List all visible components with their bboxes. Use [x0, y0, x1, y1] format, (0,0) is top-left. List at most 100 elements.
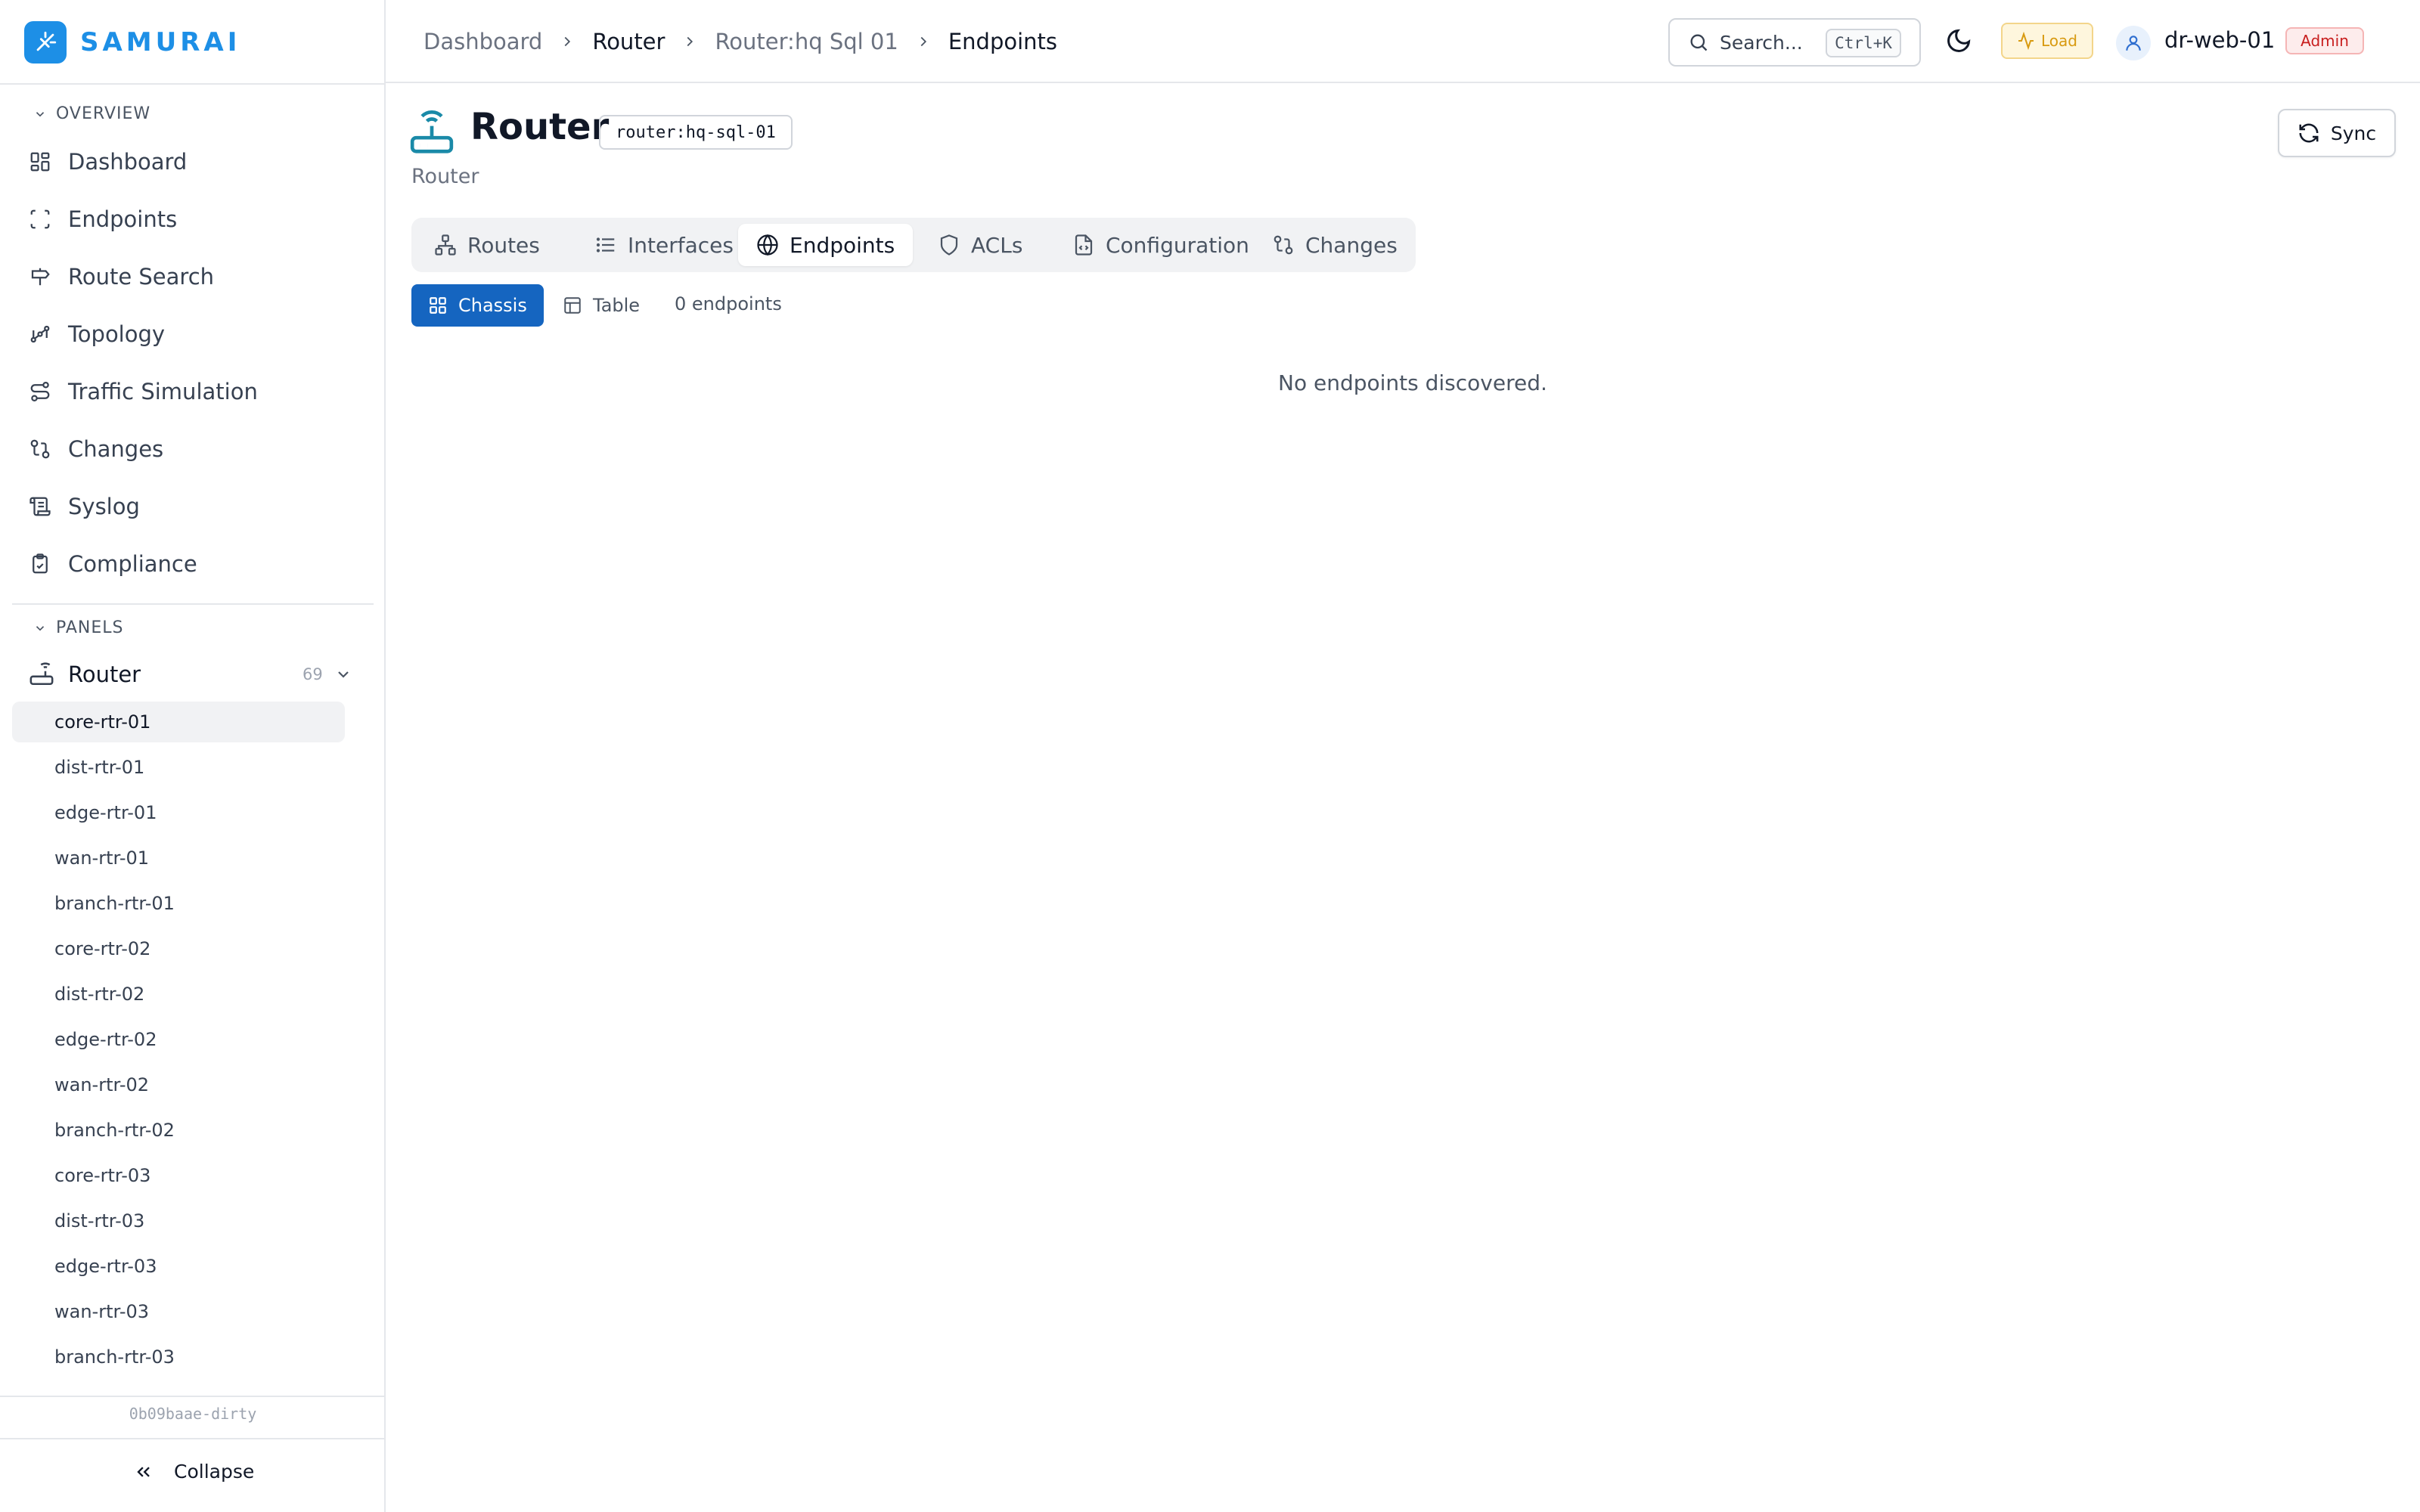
network-icon — [435, 234, 456, 256]
breadcrumb: Dashboard Router Router:hq Sql 01 Endpoi… — [424, 0, 1057, 83]
breadcrumb-device[interactable]: Router:hq Sql 01 — [715, 29, 898, 54]
clipboard-check-icon — [33, 553, 48, 574]
router-list-item[interactable]: dist-rtr-02 — [12, 974, 345, 1015]
router-group-label: Router — [68, 662, 141, 687]
router-list-item[interactable]: core-rtr-01 — [12, 702, 345, 742]
view-label: Chassis — [458, 295, 527, 316]
tab-label: ACLs — [971, 232, 1023, 258]
chevron-right-icon — [687, 36, 693, 47]
divider — [0, 1396, 386, 1397]
view-label: Table — [593, 295, 641, 316]
activity-icon — [2018, 32, 2034, 50]
tab-endpoints[interactable]: Endpoints — [738, 224, 914, 266]
sync-label: Sync — [2330, 122, 2377, 144]
router-list-item[interactable]: wan-rtr-02 — [12, 1064, 345, 1105]
git-compare-icon — [1274, 235, 1293, 255]
nav-label: Endpoints — [68, 206, 178, 232]
router-count-badge: 69 — [302, 665, 323, 683]
breadcrumb-dashboard[interactable]: Dashboard — [424, 29, 542, 54]
search-shortcut: Ctrl+K — [1826, 29, 1901, 57]
nav-label: Topology — [68, 321, 166, 347]
brand[interactable]: SAMURAI — [24, 21, 240, 64]
tab-acls[interactable]: ACLs — [920, 224, 1041, 266]
scan-icon — [30, 209, 50, 229]
tab-changes[interactable]: Changes — [1254, 224, 1416, 266]
router-icon — [29, 662, 54, 686]
load-button[interactable]: Load — [2001, 23, 2093, 59]
router-list-item[interactable]: core-rtr-02 — [12, 928, 345, 969]
router-list-item[interactable]: core-rtr-03 — [12, 1155, 345, 1196]
router-list-item[interactable]: branch-rtr-03 — [12, 1337, 345, 1377]
tab-label: Interfaces — [628, 232, 734, 258]
nav-label: Traffic Simulation — [68, 379, 258, 404]
router-list-item[interactable]: wan-rtr-03 — [12, 1291, 345, 1332]
section-overview-toggle[interactable]: OVERVIEW — [33, 104, 150, 123]
router-list-item[interactable]: edge-rtr-01 — [12, 792, 345, 833]
tab-configuration[interactable]: Configuration — [1054, 224, 1267, 266]
router-list-item[interactable]: branch-rtr-01 — [12, 883, 345, 924]
empty-state-message: No endpoints discovered. — [1278, 370, 1547, 395]
chevron-down-icon — [36, 625, 45, 631]
nav-label: Syslog — [68, 494, 140, 519]
chevron-down-icon — [36, 111, 45, 116]
moon-icon[interactable] — [1945, 27, 1972, 54]
globe-icon — [757, 234, 778, 256]
router-list-item[interactable]: edge-rtr-03 — [12, 1246, 345, 1287]
tab-label: Changes — [1305, 232, 1398, 258]
version-label: 0b09baae-dirty — [129, 1405, 257, 1423]
tab-interfaces[interactable]: Interfaces — [576, 224, 752, 266]
chevrons-left-icon — [137, 1466, 150, 1477]
view-chassis-button[interactable]: Chassis — [411, 284, 544, 327]
search-icon — [1690, 34, 1708, 51]
nav-route-search[interactable]: Route Search — [29, 254, 361, 299]
refresh-icon — [2299, 123, 2319, 143]
chevron-right-icon — [564, 36, 571, 47]
topology-icon — [30, 325, 50, 343]
nav-changes[interactable]: Changes — [29, 426, 361, 472]
nav-endpoints[interactable]: Endpoints — [29, 197, 361, 242]
router-list-item[interactable]: dist-rtr-01 — [12, 747, 345, 788]
view-table-button[interactable]: Table — [546, 284, 656, 327]
nav-topology[interactable]: Topology — [29, 311, 361, 357]
divider — [12, 603, 374, 605]
router-list-item[interactable]: edge-rtr-02 — [12, 1019, 345, 1060]
top-bar: Dashboard Router Router:hq Sql 01 Endpoi… — [386, 0, 2420, 83]
grid-icon — [30, 152, 50, 172]
search-placeholder: Search... — [1720, 31, 1803, 54]
nav-compliance[interactable]: Compliance — [29, 541, 361, 587]
git-compare-icon — [30, 439, 50, 459]
grid-icon — [430, 297, 446, 314]
nav-dashboard[interactable]: Dashboard — [29, 139, 361, 184]
section-panels-label: PANELS — [56, 618, 124, 637]
tab-label: Routes — [467, 232, 540, 258]
sync-button[interactable]: Sync — [2278, 109, 2396, 157]
router-list-item[interactable]: dist-rtr-03 — [12, 1201, 345, 1241]
endpoint-count: 0 endpoints — [675, 293, 782, 314]
file-code-icon — [1075, 234, 1093, 256]
tab-routes[interactable]: Routes — [416, 224, 558, 266]
nav-label: Dashboard — [68, 149, 188, 175]
scroll-icon — [29, 497, 51, 516]
tab-bar: Routes Interfaces Endpoints ACLs Configu… — [411, 218, 1416, 272]
nav-syslog[interactable]: Syslog — [29, 484, 361, 529]
search-input[interactable]: Search... Ctrl+K — [1668, 18, 1921, 67]
nav-traffic-simulation[interactable]: Traffic Simulation — [29, 369, 361, 414]
table-icon — [564, 297, 581, 314]
page-title: Router — [470, 106, 610, 148]
section-panels-toggle[interactable]: PANELS — [33, 618, 124, 637]
divider — [0, 83, 386, 85]
breadcrumb-router[interactable]: Router — [592, 29, 665, 54]
page-subtitle: Router — [411, 165, 479, 188]
panel-router-group[interactable]: Router 69 — [29, 652, 361, 697]
collapse-button[interactable]: Collapse — [133, 1461, 254, 1483]
username[interactable]: dr-web-01 — [2164, 27, 2275, 53]
router-list-item[interactable]: branch-rtr-02 — [12, 1110, 345, 1151]
chevron-down-icon[interactable] — [334, 665, 352, 683]
section-overview-label: OVERVIEW — [56, 104, 151, 123]
nav-label: Route Search — [68, 264, 215, 290]
device-id-chip: router:hq-sql-01 — [599, 115, 793, 150]
app-name: SAMURAI — [80, 27, 241, 57]
chevron-right-icon — [920, 36, 926, 47]
avatar[interactable] — [2116, 26, 2151, 60]
router-list-item[interactable]: wan-rtr-01 — [12, 838, 345, 878]
